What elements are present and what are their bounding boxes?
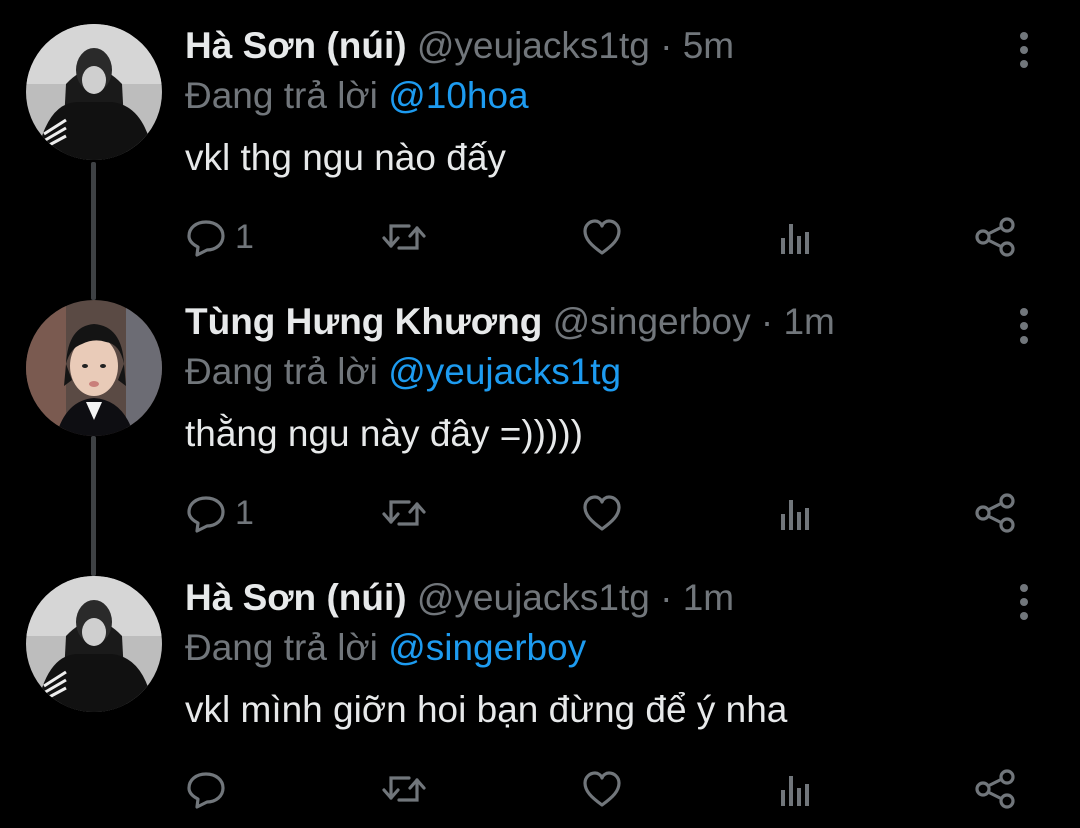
retweet-icon <box>381 768 427 810</box>
like-icon <box>581 768 623 810</box>
retweet-button[interactable] <box>381 488 427 538</box>
like-button[interactable] <box>581 488 623 538</box>
like-icon <box>581 216 623 258</box>
user-handle[interactable]: @yeujacks1tg <box>417 577 650 618</box>
more-vertical-icon[interactable] <box>1010 30 1038 70</box>
reply-button[interactable] <box>185 764 235 814</box>
display-name[interactable]: Tùng Hưng Khương <box>185 301 542 342</box>
avatar[interactable] <box>26 576 162 712</box>
timestamp[interactable]: 1m <box>683 577 734 618</box>
timestamp[interactable]: 1m <box>783 301 834 342</box>
share-button[interactable] <box>973 764 1017 814</box>
separator: · <box>760 301 774 342</box>
avatar[interactable] <box>26 24 162 160</box>
display-name[interactable]: Hà Sơn (núi) <box>185 577 407 618</box>
tweet-text: vkl mình giỡn hoi bạn đừng để ý nha <box>185 689 788 730</box>
replying-to: Đang trả lời @singerboy <box>185 624 586 672</box>
replying-to: Đang trả lời @10hoa <box>185 72 529 120</box>
reply-icon <box>185 768 227 810</box>
avatar[interactable] <box>26 300 162 436</box>
reply-button[interactable]: 1 <box>185 212 254 262</box>
mention-link[interactable]: @10hoa <box>388 75 528 116</box>
replying-to-label: Đang trả lời <box>185 75 378 116</box>
share-icon <box>973 492 1017 534</box>
separator: · <box>660 25 673 66</box>
action-bar <box>185 764 1045 814</box>
retweet-icon <box>381 216 427 258</box>
like-button[interactable] <box>581 764 623 814</box>
analytics-button[interactable] <box>777 212 817 262</box>
reply-icon <box>185 492 227 534</box>
reply-count: 1 <box>235 217 254 256</box>
like-icon <box>581 492 623 534</box>
analytics-button[interactable] <box>777 764 817 814</box>
share-icon <box>973 216 1017 258</box>
replying-to: Đang trả lời @yeujacks1tg <box>185 348 621 396</box>
share-icon <box>973 768 1017 810</box>
reply-icon <box>185 216 227 258</box>
action-bar: 1 <box>185 488 1045 538</box>
replying-to-label: Đang trả lời <box>185 351 378 392</box>
tweet[interactable]: Hà Sơn (núi) @yeujacks1tg · 1m Đang trả … <box>0 552 1080 828</box>
display-name[interactable]: Hà Sơn (núi) <box>185 25 407 66</box>
more-vertical-icon[interactable] <box>1010 306 1038 346</box>
tweet-header: Hà Sơn (núi) @yeujacks1tg · 5m <box>185 22 734 70</box>
mention-link[interactable]: @singerboy <box>388 627 586 668</box>
tweet[interactable]: Hà Sơn (núi) @yeujacks1tg · 5m Đang trả … <box>0 0 1080 276</box>
analytics-icon <box>777 216 817 258</box>
tweet-header: Hà Sơn (núi) @yeujacks1tg · 1m <box>185 574 734 622</box>
share-button[interactable] <box>973 488 1017 538</box>
action-bar: 1 <box>185 212 1045 262</box>
reply-count: 1 <box>235 493 254 532</box>
analytics-icon <box>777 492 817 534</box>
mention-link[interactable]: @yeujacks1tg <box>388 351 621 392</box>
tweet-text: thằng ngu này đây =))))) <box>185 413 583 454</box>
user-handle[interactable]: @yeujacks1tg <box>417 25 650 66</box>
retweet-icon <box>381 492 427 534</box>
tweet[interactable]: Tùng Hưng Khương @singerboy · 1m Đang tr… <box>0 276 1080 552</box>
like-button[interactable] <box>581 212 623 262</box>
replying-to-label: Đang trả lời <box>185 627 378 668</box>
retweet-button[interactable] <box>381 764 427 814</box>
analytics-button[interactable] <box>777 488 817 538</box>
more-vertical-icon[interactable] <box>1010 582 1038 622</box>
share-button[interactable] <box>973 212 1017 262</box>
timestamp[interactable]: 5m <box>683 25 734 66</box>
reply-button[interactable]: 1 <box>185 488 254 538</box>
separator: · <box>660 577 673 618</box>
user-handle[interactable]: @singerboy <box>553 301 751 342</box>
tweet-text: vkl thg ngu nào đấy <box>185 137 506 178</box>
analytics-icon <box>777 768 817 810</box>
tweet-header: Tùng Hưng Khương @singerboy · 1m <box>185 298 835 346</box>
retweet-button[interactable] <box>381 212 427 262</box>
